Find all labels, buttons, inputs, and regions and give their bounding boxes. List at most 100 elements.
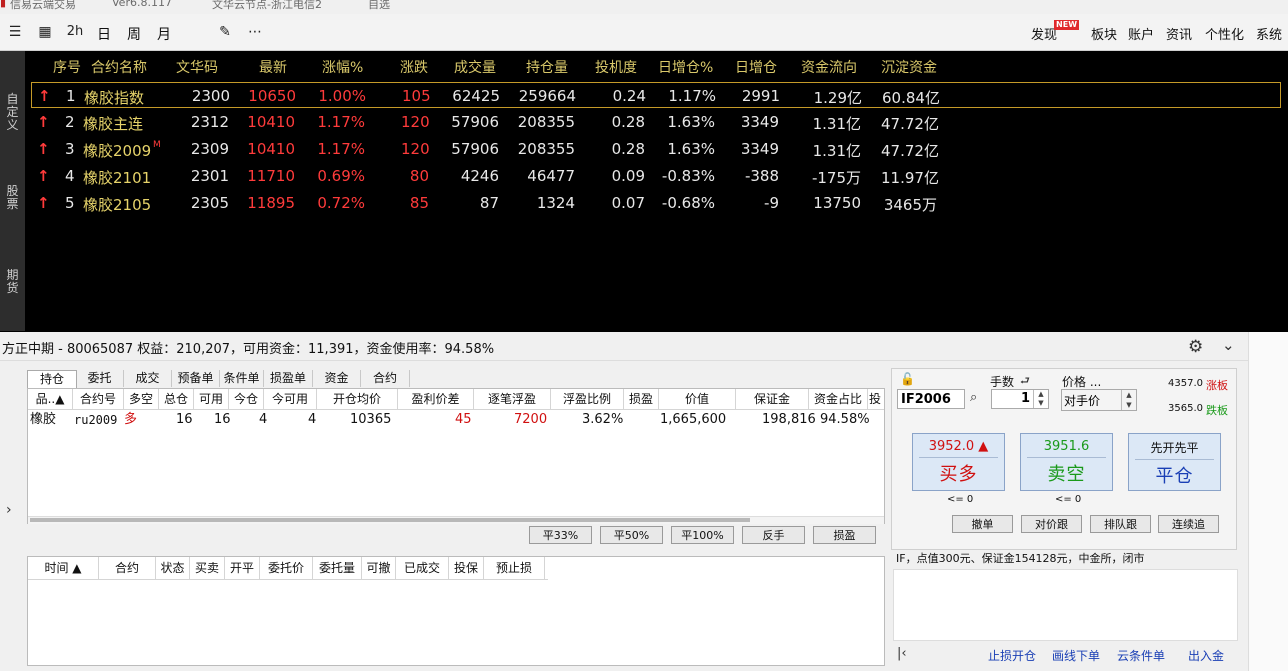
ord-col-price[interactable]: 委托价 (260, 557, 313, 579)
col-header-code[interactable]: 文华码 (176, 57, 218, 77)
ord-col-openclose[interactable]: 开平 (225, 557, 260, 579)
col-header-oipct[interactable]: 日增仓% (658, 57, 713, 77)
pos-col-open-avg[interactable]: 开仓均价 (317, 389, 398, 409)
h-scrollbar-thumb[interactable] (30, 518, 750, 522)
month-button[interactable]: 月 (157, 24, 171, 44)
ord-col-contract[interactable]: 合约 (99, 557, 156, 579)
sidetab-custom[interactable]: 自定义 (0, 93, 25, 132)
col-header-last[interactable]: 最新 (259, 57, 287, 77)
pos-col-stoploss[interactable]: 损盈 (624, 389, 659, 409)
chart-2h-icon[interactable]: 2h (66, 23, 84, 41)
day-button[interactable]: 日 (97, 24, 111, 44)
price-spin-icon[interactable]: ▲ ▼ (1121, 390, 1136, 410)
tab-trades[interactable]: 成交 (124, 370, 172, 387)
col-header-name[interactable]: 合约名称 (91, 57, 147, 77)
col-header-spec[interactable]: 投机度 (595, 57, 637, 77)
pos-col-today-avail[interactable]: 今可用 (264, 389, 317, 409)
close-50-button[interactable]: 平50% (600, 526, 663, 544)
col-header-flow[interactable]: 资金流向 (801, 57, 857, 77)
cloud-condition-link[interactable]: 云条件单 (1117, 647, 1165, 664)
ord-col-side[interactable]: 买卖 (190, 557, 225, 579)
reverse-button[interactable]: 反手 (742, 526, 805, 544)
menu-sector[interactable]: 板块 (1091, 24, 1117, 43)
cancel-order-button[interactable]: 撤单 (952, 515, 1013, 533)
col-header-sink[interactable]: 沉淀资金 (881, 57, 937, 77)
counter-follow-button[interactable]: 对价跟 (1021, 515, 1082, 533)
quote-row[interactable]: ↑ 3 橡胶2009 M 2309 10410 1.17% 120 57906 208355 0.2… (31, 136, 1281, 162)
col-header-volume[interactable]: 成交量 (454, 57, 496, 77)
contract-input[interactable]: IF2006 (897, 389, 965, 409)
pos-col-contract[interactable]: 合约号 (73, 389, 124, 409)
ord-col-time[interactable]: 时间 ▲ (28, 557, 99, 579)
chase-button[interactable]: 连续追 (1158, 515, 1219, 533)
collapse-left-icon[interactable]: |‹ (897, 646, 907, 661)
ord-col-status[interactable]: 状态 (156, 557, 190, 579)
pos-col-today[interactable]: 今仓 (229, 389, 264, 409)
sidetab-futures[interactable]: 期货 (0, 269, 25, 295)
pos-col-margin[interactable]: 保证金 (736, 389, 809, 409)
ord-col-stop[interactable]: 预止损 (484, 557, 545, 579)
quote-row[interactable]: ↑ 1 橡胶指数 2300 10650 1.00% 105 62425 259664 0.24 1.… (31, 82, 1281, 108)
pos-col-profit-diff[interactable]: 盈利价差 (398, 389, 474, 409)
ord-col-hedge[interactable]: 投保 (449, 557, 484, 579)
sidetab-stock[interactable]: 股票 (0, 185, 25, 211)
stoploss-button[interactable]: 损盈 (813, 526, 876, 544)
pos-col-float-ratio[interactable]: 浮盈比例 (551, 389, 624, 409)
col-header-oichg[interactable]: 日增仓 (735, 57, 777, 77)
tab-funds[interactable]: 资金 (313, 370, 361, 387)
quote-row[interactable]: ↑ 4 橡胶2101 2301 11710 0.69% 80 4246 46477 0.09 -0.… (31, 163, 1281, 189)
week-button[interactable]: 周 (127, 24, 141, 44)
search-icon[interactable]: ⌕ (970, 390, 977, 405)
transfer-link[interactable]: 出入金 (1188, 647, 1224, 664)
ord-col-qty[interactable]: 委托量 (313, 557, 362, 579)
collapse-chevron-icon[interactable]: ⌄ (1222, 336, 1235, 354)
tab-preorders[interactable]: 预备单 (172, 370, 220, 387)
quote-row[interactable]: ↑ 2 橡胶主连 2312 10410 1.17% 120 57906 208355 0.28 1.… (31, 109, 1281, 135)
more-icon[interactable]: ⋯ (246, 23, 264, 41)
ord-col-filled[interactable]: 已成交 (396, 557, 449, 579)
draw-order-link[interactable]: 画线下单 (1052, 647, 1100, 664)
tab-contracts[interactable]: 合约 (361, 370, 410, 387)
grid-icon[interactable]: ▦ (36, 23, 54, 41)
col-header-index[interactable]: 序号 (53, 57, 81, 77)
pos-col-avail[interactable]: 可用 (194, 389, 229, 409)
queue-follow-button[interactable]: 排队跟 (1090, 515, 1151, 533)
close-33-button[interactable]: 平33% (529, 526, 592, 544)
lock-icon[interactable]: 🔓 (900, 372, 915, 386)
expand-left-icon[interactable]: › (6, 502, 12, 518)
menu-news[interactable]: 资讯 (1166, 24, 1192, 43)
stoploss-open-link[interactable]: 止损开仓 (988, 647, 1036, 664)
menu-personalize[interactable]: 个性化 (1205, 24, 1244, 43)
pos-col-ratio[interactable]: 资金占比 (809, 389, 868, 409)
pos-col-value[interactable]: 价值 (659, 389, 736, 409)
lots-spin-icon[interactable]: ▲ ▼ (1033, 390, 1048, 408)
ord-col-cancelable[interactable]: 可撤 (362, 557, 396, 579)
pos-col-float-pnl[interactable]: 逐笔浮盈 (474, 389, 551, 409)
close-position-button[interactable]: 先开先平 平仓 (1128, 433, 1221, 491)
menu-account[interactable]: 账户 (1128, 24, 1154, 43)
menu-discover[interactable]: 发现 NEW (1031, 20, 1080, 43)
position-row[interactable]: 橡胶 ru2009 多 16 16 4 4 10365 45 7200 3.62… (28, 410, 884, 430)
close-100-button[interactable]: 平100% (671, 526, 734, 544)
pos-col-total[interactable]: 总仓 (159, 389, 194, 409)
col-header-oi[interactable]: 持仓量 (526, 57, 568, 77)
pos-col-hedge[interactable]: 投 (868, 389, 882, 409)
price-type-select[interactable]: 对手价 ▲ ▼ (1061, 389, 1137, 411)
tab-positions[interactable]: 持仓 (27, 370, 77, 388)
tab-orders[interactable]: 委托 (76, 370, 124, 387)
pos-col-side[interactable]: 多空 (124, 389, 159, 409)
menu-system[interactable]: 系统 (1256, 24, 1282, 43)
settings-gear-icon[interactable]: ⚙ (1188, 337, 1203, 357)
tab-conditional[interactable]: 条件单 (220, 370, 264, 387)
quote-row[interactable]: ↑ 5 橡胶2105 2305 11895 0.72% 85 87 1324 0.07 -0.68%… (31, 190, 1281, 216)
col-header-pct[interactable]: 涨幅% (322, 57, 363, 77)
col-header-chg[interactable]: 涨跌 (400, 57, 428, 77)
tab-stoploss[interactable]: 损盈单 (264, 370, 313, 387)
list-icon[interactable]: ☰ (6, 23, 24, 41)
pos-col-variety[interactable]: 品..▲ (28, 389, 73, 409)
sell-short-button[interactable]: 3951.6 卖空 (1020, 433, 1113, 491)
lots-stepper[interactable]: 1 ▲ ▼ (991, 389, 1049, 409)
buy-long-button[interactable]: 3952.0 ▲ 买多 (912, 433, 1005, 491)
draw-icon[interactable]: ✎ (216, 23, 234, 41)
h-scrollbar[interactable] (28, 516, 884, 524)
